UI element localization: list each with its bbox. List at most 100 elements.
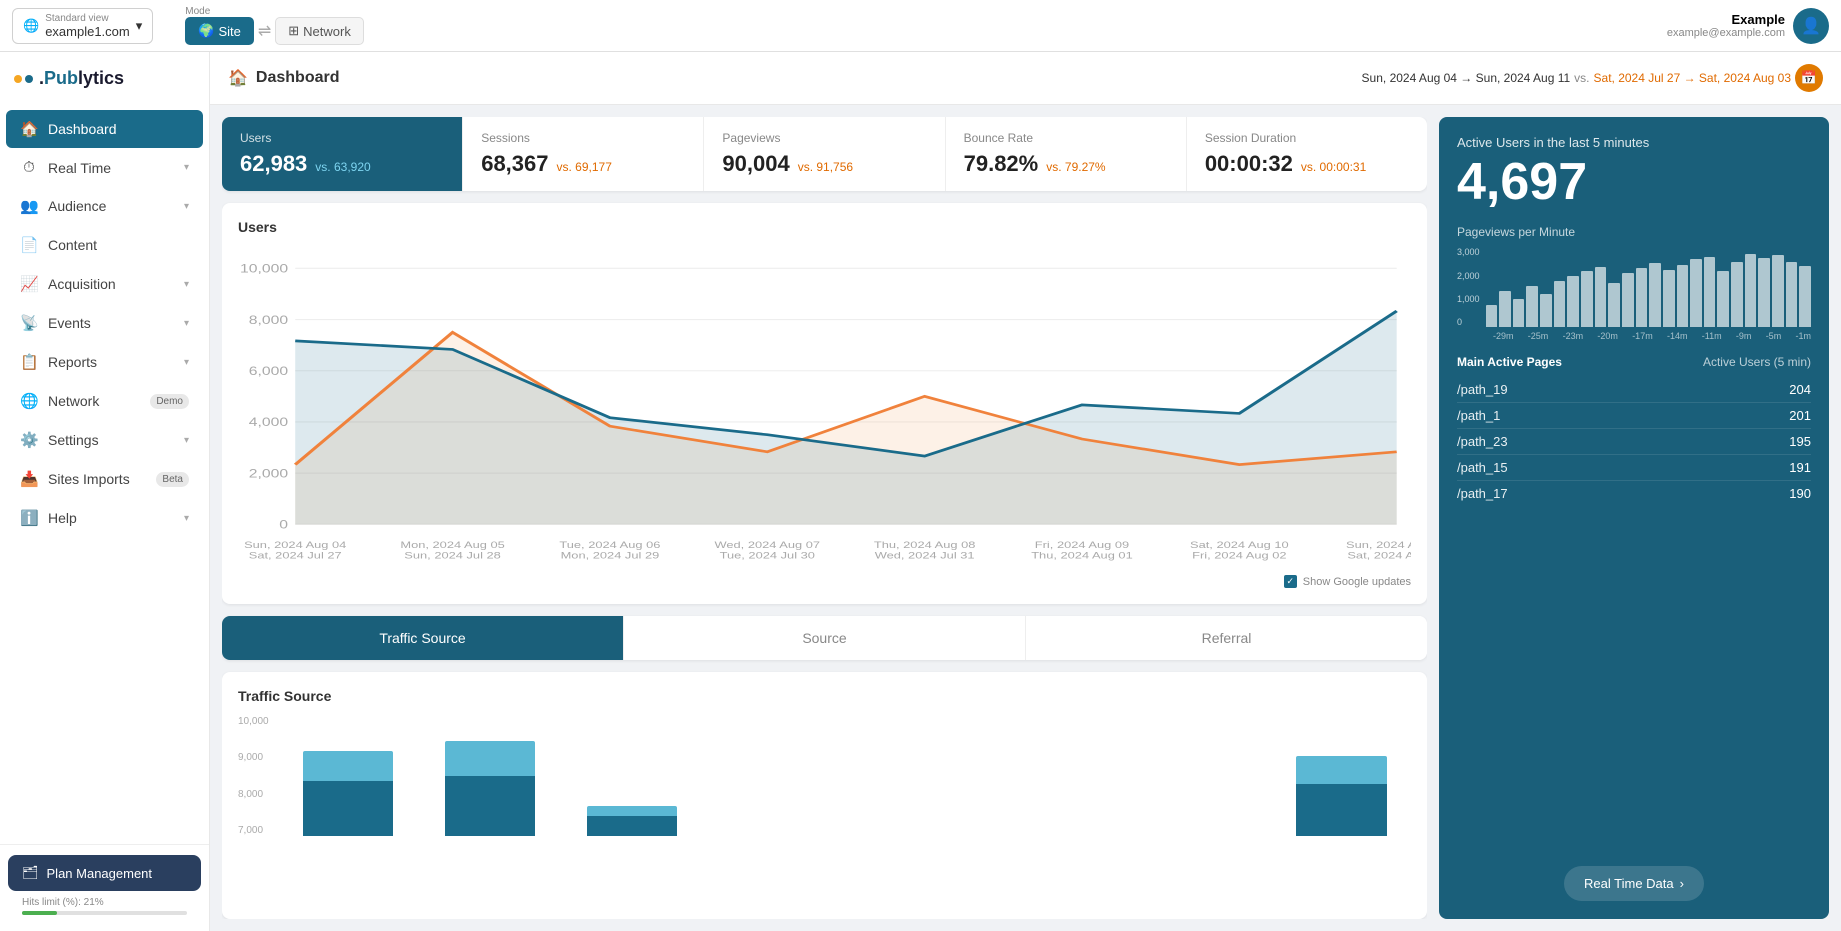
settings-icon: ⚙️ (20, 431, 38, 449)
mini-y-0: 0 (1457, 317, 1480, 327)
chevron-down-icon: ▾ (136, 18, 143, 34)
site-icon: 🌍 (198, 23, 214, 39)
mini-bars-container (1486, 247, 1811, 327)
stat-pageviews-compare: vs. 91,756 (798, 160, 853, 174)
tab-source[interactable]: Source (624, 616, 1026, 660)
sidebar-item-realtime[interactable]: ⏱ Real Time ▾ (6, 149, 203, 186)
user-email: example@example.com (1667, 27, 1785, 39)
google-updates-checkbox[interactable]: ✓ (1284, 575, 1297, 588)
mini-bar (1786, 262, 1798, 328)
logo: .Publytics (0, 52, 209, 105)
mini-x-labels: -29m -25m -23m -20m -17m -14m -11m -9m -… (1457, 331, 1811, 341)
svg-text:10,000: 10,000 (240, 262, 288, 276)
sidebar-item-reports-label: Reports (48, 354, 97, 370)
sidebar-item-audience-label: Audience (48, 198, 106, 214)
realtime-btn-label: Real Time Data (1584, 876, 1674, 891)
sidebar-item-audience[interactable]: 👥 Audience ▾ (6, 187, 203, 225)
mini-bar (1622, 273, 1634, 327)
svg-text:Sat, 2024 Aug 03: Sat, 2024 Aug 03 (1347, 551, 1411, 561)
sidebar-nav: 🏠 Dashboard ⏱ Real Time ▾ 👥 Audience ▾ (0, 105, 209, 844)
calendar-icon[interactable]: 📅 (1795, 64, 1823, 92)
plan-management-label: Plan Management (47, 866, 153, 881)
hits-bar-outer (22, 911, 187, 915)
mini-bar (1704, 257, 1716, 327)
svg-text:6,000: 6,000 (249, 364, 289, 378)
mini-bar (1554, 281, 1566, 327)
svg-text:Sat, 2024 Jul 27: Sat, 2024 Jul 27 (249, 551, 342, 561)
mini-bar (1690, 259, 1702, 327)
svg-text:Sat, 2024 Aug 10: Sat, 2024 Aug 10 (1190, 540, 1289, 550)
avatar[interactable]: 👤 (1793, 8, 1829, 44)
users-line-chart-svg: 10,000 8,000 6,000 4,000 2,000 0 (238, 247, 1411, 567)
beta-badge: Beta (156, 472, 189, 487)
traffic-chart-body: 10,000 9,000 8,000 7,000 (238, 716, 1411, 836)
pageviews-per-minute-label: Pageviews per Minute (1457, 225, 1811, 239)
mini-bar (1499, 291, 1511, 327)
mini-y-3000: 3,000 (1457, 247, 1480, 257)
realtime-icon: ⏱ (20, 159, 38, 176)
sidebar-item-sites-imports-label: Sites Imports (48, 471, 130, 487)
sites-imports-icon: 📥 (20, 470, 38, 488)
traffic-bars (279, 716, 1411, 836)
stat-bounce: Bounce Rate 79.82% vs. 79.27% (946, 117, 1187, 191)
right-panel: Active Users in the last 5 minutes 4,697… (1439, 117, 1829, 919)
x-label-11m: -11m (1702, 331, 1722, 341)
globe-icon: 🌐 (23, 18, 39, 34)
stat-users-compare: vs. 63,920 (315, 160, 370, 174)
users-chart-title: Users (238, 219, 1411, 235)
stat-sessions-label: Sessions (481, 131, 685, 145)
network-btn-label: Network (303, 24, 351, 39)
network-nav-icon: 🌐 (20, 392, 38, 410)
arrow-icon: ⇌ (258, 21, 271, 41)
mini-y-1000: 1,000 (1457, 294, 1480, 304)
page-count-2: 201 (1789, 408, 1811, 423)
sidebar-item-sites-imports[interactable]: 📥 Sites Imports Beta (6, 460, 203, 498)
sidebar-item-events[interactable]: 📡 Events ▾ (6, 304, 203, 342)
mini-bar (1567, 276, 1579, 327)
page-path-4: /path_15 (1457, 460, 1508, 475)
tab-traffic-source[interactable]: Traffic Source (222, 616, 624, 660)
left-panel: Users 62,983 vs. 63,920 Sessions 68,367 … (222, 117, 1427, 919)
x-label-9m: -9m (1736, 331, 1752, 341)
stat-duration: Session Duration 00:00:32 vs. 00:00:31 (1187, 117, 1427, 191)
traffic-chart: Traffic Source 10,000 9,000 8,000 7,000 (222, 672, 1427, 919)
sidebar-item-dashboard[interactable]: 🏠 Dashboard (6, 110, 203, 148)
site-mode-btn[interactable]: 🌍 Site (185, 17, 254, 45)
stat-sessions-value: 68,367 (481, 151, 548, 177)
logo-dot-orange (14, 75, 22, 83)
logo-dots (14, 75, 33, 83)
sidebar-item-settings[interactable]: ⚙️ Settings ▾ (6, 421, 203, 459)
svg-text:Mon, 2024 Aug 05: Mon, 2024 Aug 05 (400, 540, 504, 550)
stat-bounce-label: Bounce Rate (964, 131, 1168, 145)
svg-text:Thu, 2024 Aug 01: Thu, 2024 Aug 01 (1031, 551, 1133, 561)
site-selector[interactable]: 🌐 Standard view example1.com ▾ (12, 8, 153, 44)
tab-referral[interactable]: Referral (1026, 616, 1427, 660)
active-users-col-header: Active Users (5 min) (1703, 355, 1811, 369)
mini-bar (1636, 268, 1648, 327)
sidebar-item-acquisition[interactable]: 📈 Acquisition ▾ (6, 265, 203, 303)
stat-pageviews-value: 90,004 (722, 151, 789, 177)
page-count-5: 190 (1789, 486, 1811, 501)
svg-text:8,000: 8,000 (249, 313, 289, 327)
reports-icon: 📋 (20, 353, 38, 371)
svg-text:Sun, 2024 Aug 11: Sun, 2024 Aug 11 (1346, 540, 1411, 550)
realtime-data-button[interactable]: Real Time Data › (1564, 866, 1704, 901)
x-label-14m: -14m (1667, 331, 1688, 341)
sidebar-item-dashboard-label: Dashboard (48, 121, 117, 137)
y-label-10000: 10,000 (238, 716, 269, 727)
mini-bar (1772, 255, 1784, 327)
users-chart: Users 10,000 8,000 (222, 203, 1427, 604)
sidebar-item-content[interactable]: 📄 Content (6, 226, 203, 264)
sidebar-item-network[interactable]: 🌐 Network Demo (6, 382, 203, 420)
stat-users: Users 62,983 vs. 63,920 (222, 117, 463, 191)
page-count-3: 195 (1789, 434, 1811, 449)
plan-management-button[interactable]: 🗂 Plan Management (8, 855, 201, 891)
sidebar-item-help[interactable]: ℹ️ Help ▾ (6, 499, 203, 537)
active-pages-header: Main Active Pages Active Users (5 min) (1457, 355, 1811, 369)
y-label-8000: 8,000 (238, 789, 269, 800)
x-label-20m: -20m (1597, 331, 1618, 341)
help-icon: ℹ️ (20, 509, 38, 527)
network-mode-btn[interactable]: ⊞ Network (275, 17, 364, 45)
sidebar-item-reports[interactable]: 📋 Reports ▾ (6, 343, 203, 381)
chevron-icon-audience: ▾ (184, 201, 189, 212)
